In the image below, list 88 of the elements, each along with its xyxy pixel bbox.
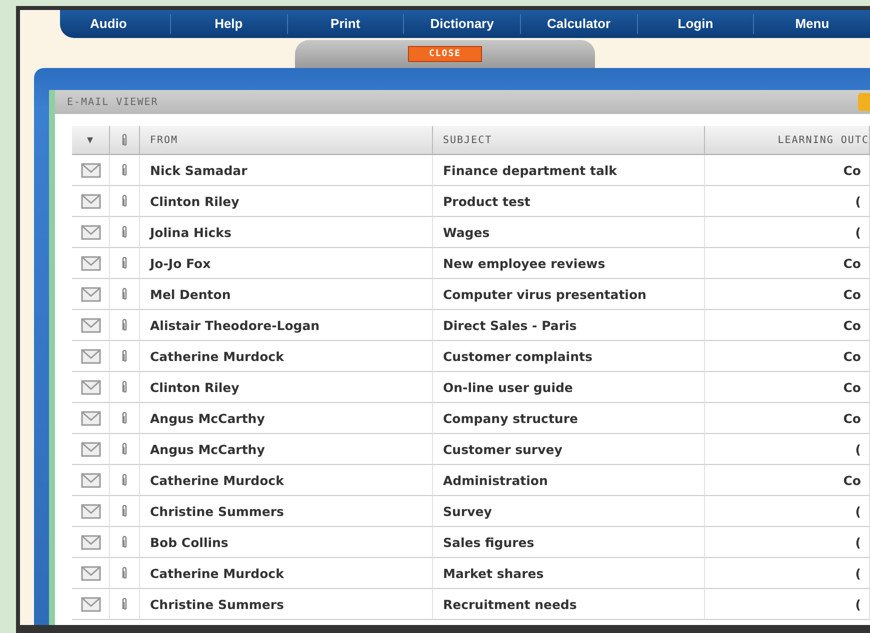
- sender-name: Angus McCarthy: [150, 442, 265, 456]
- envelope-icon: [80, 380, 100, 394]
- email-subject: Sales figures: [443, 534, 534, 550]
- envelope-icon: [80, 256, 100, 270]
- paperclip-icon: [121, 566, 128, 580]
- nav-link[interactable]: Login: [636, 14, 754, 34]
- email-subject: Direct Sales - Paris: [443, 318, 577, 332]
- paperclip-icon: [121, 597, 128, 611]
- envelope-icon: [80, 442, 100, 456]
- learning-outcome: (: [855, 566, 861, 580]
- sender-name: Christine Summers: [150, 504, 284, 518]
- paperclip-icon: [121, 256, 128, 270]
- sender-name: Christine Summers: [150, 596, 284, 612]
- envelope-icon: [80, 410, 100, 426]
- envelope-icon: [80, 162, 100, 178]
- sender-name: Clinton Riley: [150, 194, 240, 208]
- email-subject: Customer survey: [443, 442, 562, 456]
- learning-outcome: Co: [843, 380, 861, 394]
- envelope-icon: [80, 596, 100, 612]
- paperclip-icon: [121, 349, 128, 363]
- learning-outcome: (: [855, 596, 861, 612]
- sender-name: Angus McCarthy: [150, 410, 265, 426]
- email-subject: Recruitment needs: [443, 596, 577, 612]
- paperclip-icon: [121, 163, 128, 177]
- email-subject: Customer complaints: [443, 348, 592, 364]
- email-subject: New employee reviews: [443, 256, 606, 270]
- learning-outcome: (: [855, 534, 861, 550]
- nav-link[interactable]: Help: [170, 14, 286, 34]
- sender-name: Alistair Theodore-Logan: [150, 318, 320, 332]
- learning-outcome: Co: [843, 318, 861, 332]
- paperclip-icon: [121, 287, 128, 301]
- paperclip-icon: [121, 411, 128, 425]
- learning-outcome: (: [855, 224, 861, 240]
- email-subject: Company structure: [443, 410, 578, 426]
- email-subject: Wages: [443, 224, 490, 240]
- learning-outcome: (: [855, 504, 861, 518]
- email-subject: Survey: [443, 504, 492, 518]
- envelope-icon: [80, 472, 100, 488]
- envelope-icon: [80, 318, 100, 332]
- email-subject: Finance department talk: [443, 162, 617, 178]
- sender-name: Mel Denton: [150, 286, 231, 302]
- envelope-icon: [80, 566, 100, 580]
- learning-outcome: (: [855, 442, 861, 456]
- learning-outcome: Co: [843, 286, 861, 302]
- envelope-icon: [80, 348, 100, 364]
- paperclip-icon: [121, 133, 128, 147]
- tab-handle[interactable]: [858, 93, 870, 111]
- paperclip-icon: [121, 535, 128, 549]
- paperclip-icon: [121, 194, 128, 208]
- sender-name: Catherine Murdock: [150, 566, 284, 580]
- paperclip-icon: [121, 318, 128, 332]
- sender-name: Clinton Riley: [150, 380, 240, 394]
- sender-name: Jolina Hicks: [150, 224, 232, 240]
- viewer-title: E-MAIL VIEWER: [67, 96, 158, 108]
- sender-name: Jo-Jo Fox: [150, 256, 211, 270]
- sort-arrow[interactable]: ▼: [86, 134, 94, 146]
- envelope-icon: [80, 194, 100, 208]
- paperclip-icon: [121, 504, 128, 518]
- paperclip-icon: [121, 473, 128, 487]
- envelope-icon: [80, 534, 100, 550]
- nav-link[interactable]: Audio: [90, 14, 170, 34]
- email-subject: On-line user guide: [443, 380, 573, 394]
- email-subject: Market shares: [443, 566, 544, 580]
- learning-outcome: Co: [843, 410, 861, 426]
- paperclip-icon: [121, 442, 128, 456]
- column-header[interactable]: FROM: [150, 134, 178, 146]
- learning-outcome: Co: [843, 348, 861, 364]
- nav-link[interactable]: Calculator: [520, 14, 637, 34]
- learning-outcome: Co: [843, 162, 861, 178]
- sender-name: Bob Collins: [150, 534, 228, 550]
- nav-link[interactable]: Dictionary: [403, 14, 520, 34]
- sender-name: Catherine Murdock: [150, 472, 284, 488]
- paperclip-icon: [121, 380, 128, 394]
- envelope-icon: [80, 224, 100, 240]
- nav-link[interactable]: Menu: [753, 14, 870, 34]
- email-subject: Product test: [443, 194, 530, 208]
- sender-name: Catherine Murdock: [150, 348, 284, 364]
- learning-outcome: Co: [843, 256, 861, 270]
- paperclip-icon: [121, 225, 128, 239]
- email-subject: Administration: [443, 472, 548, 488]
- sender-name: Nick Samadar: [150, 162, 248, 178]
- email-subject: Computer virus presentation: [443, 286, 646, 302]
- column-header[interactable]: SUBJECT: [443, 134, 492, 146]
- learning-outcome: (: [855, 194, 861, 208]
- envelope-icon: [80, 286, 100, 302]
- envelope-icon: [80, 504, 100, 518]
- nav-link[interactable]: Print: [286, 14, 404, 34]
- learning-outcome: Co: [843, 472, 861, 488]
